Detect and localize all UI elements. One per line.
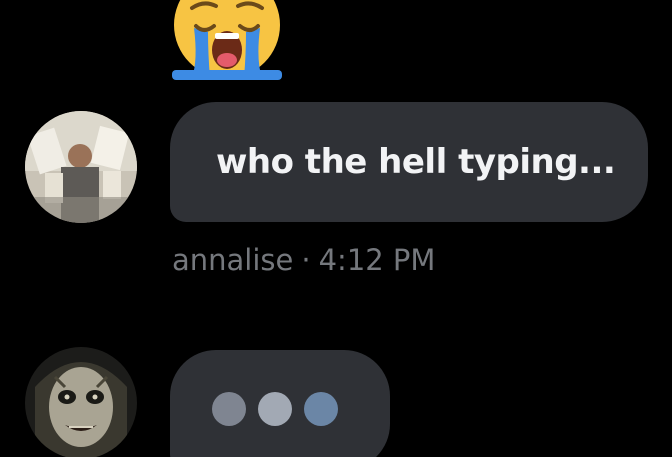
typing-dot [212, 392, 246, 426]
loudly-crying-emoji-icon [172, 0, 282, 80]
message-time: 4:12 PM [318, 243, 436, 277]
typing-indicator [170, 350, 390, 457]
message-meta: annalise · 4:12 PM [172, 243, 435, 277]
message-text: who the hell typing... [216, 142, 616, 182]
avatar-typing-user[interactable] [25, 347, 137, 457]
typing-dot [258, 392, 292, 426]
message-bubble[interactable]: who the hell typing... [170, 102, 648, 222]
chat-view: who the hell typing... annalise · 4:12 PM [0, 0, 672, 457]
typing-dot [304, 392, 338, 426]
meta-separator: · [301, 243, 311, 277]
sender-name: annalise [172, 243, 294, 277]
avatar-annalise[interactable] [25, 111, 137, 223]
